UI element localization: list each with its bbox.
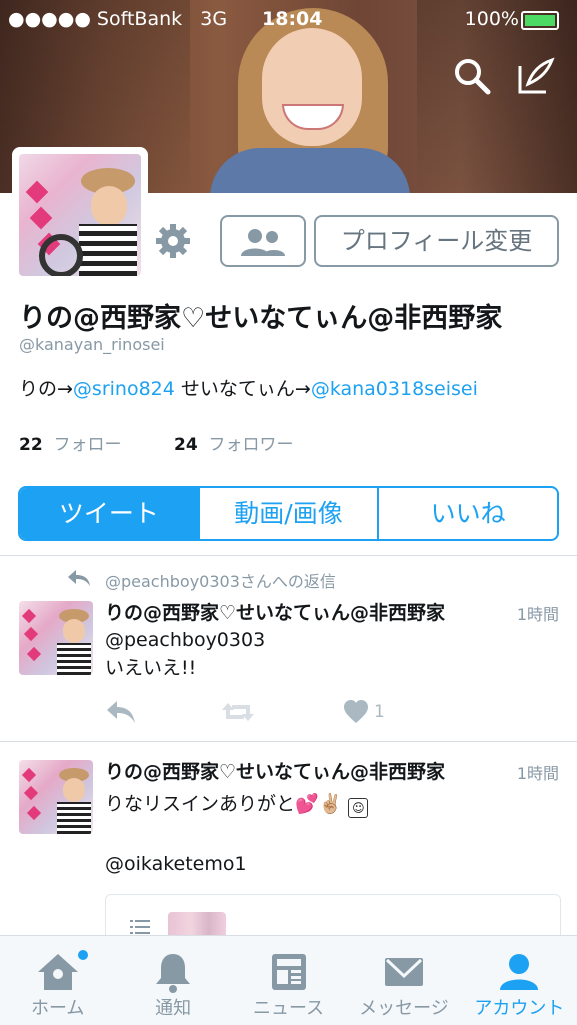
followers-label: フォロワー xyxy=(208,435,294,455)
home-icon xyxy=(37,954,78,990)
nav-label: ホーム xyxy=(30,998,85,1019)
tab-likes[interactable]: いいね xyxy=(377,488,557,539)
reply-context-icon xyxy=(68,570,90,586)
profile-name: りの@西野家♡せいなてぃん@非西野家 xyxy=(19,303,503,334)
following-label: フォロー xyxy=(53,435,122,455)
bio-text: せいなてぃん→ xyxy=(174,378,311,400)
tweet-author[interactable]: りの@西野家♡せいなてぃん@非西野家 xyxy=(105,757,445,784)
bio-text: りの→ xyxy=(19,378,73,400)
nav-messages[interactable]: メッセージ xyxy=(346,936,461,1025)
profile-avatar[interactable] xyxy=(19,154,141,276)
nav-account[interactable]: アカウント xyxy=(462,936,577,1025)
list-icon xyxy=(130,920,150,934)
carrier: ●●●●● SoftBank xyxy=(8,8,183,30)
tweet-author[interactable]: りの@西野家♡せいなてぃん@非西野家 xyxy=(105,598,445,625)
bottom-nav: ホーム 通知 ニュース メッセージ アカウント xyxy=(0,935,577,1025)
following-count: 22 xyxy=(19,435,43,455)
nav-label: 通知 xyxy=(155,998,192,1019)
news-icon xyxy=(271,954,306,990)
bell-icon xyxy=(156,954,191,993)
people-button[interactable] xyxy=(220,215,306,267)
bio-link-srino824[interactable]: @srino824 xyxy=(73,378,175,400)
tweet-time: 1時間 xyxy=(516,605,559,624)
edit-profile-button[interactable]: プロフィール変更 xyxy=(314,215,559,267)
profile-handle: @kanayan_rinosei xyxy=(19,335,165,354)
tweet-time: 1時間 xyxy=(516,764,559,783)
reply-context[interactable]: @peachboy0303さんへの返信 xyxy=(105,568,336,592)
mail-icon xyxy=(384,958,423,986)
nav-label: メッセージ xyxy=(359,998,449,1019)
nav-news[interactable]: ニュース xyxy=(231,936,346,1025)
status-bar: ●●●●● SoftBank 3G 18:04 100% xyxy=(0,0,577,38)
search-icon[interactable] xyxy=(452,56,492,96)
heart-icon[interactable] xyxy=(342,697,370,727)
emoji-box-icon: ☺ xyxy=(348,798,369,818)
like-count: 1 xyxy=(374,702,385,722)
tweet-avatar[interactable] xyxy=(19,601,93,675)
reply-icon[interactable] xyxy=(105,697,137,727)
battery-percent: 100% xyxy=(464,8,519,30)
profile-bio: りの→@srino824 せいなてぃん→@kana0318seisei xyxy=(19,374,478,401)
followers-count: 24 xyxy=(174,435,198,455)
account-icon xyxy=(500,954,539,990)
gear-icon[interactable] xyxy=(155,223,191,259)
nav-label: ニュース xyxy=(252,998,325,1019)
tweet-avatar[interactable] xyxy=(19,760,93,834)
nav-label: アカウント xyxy=(474,998,565,1019)
tweet-text: @peachboy0303 いえいえ!! xyxy=(105,629,266,679)
profile-tabs: ツイート 動画/画像 いいね xyxy=(18,486,559,541)
bio-link-kana0318seisei[interactable]: @kana0318seisei xyxy=(311,378,478,400)
retweet-icon[interactable] xyxy=(220,697,256,727)
tab-media[interactable]: 動画/画像 xyxy=(197,488,378,539)
network-type: 3G xyxy=(200,8,228,30)
tweet-text: りなリスインありがと💕✌🏼 ☺ xyxy=(105,790,369,818)
notification-dot xyxy=(78,950,88,960)
compose-icon[interactable] xyxy=(516,56,556,96)
tweet-mention[interactable]: @oikaketemo1 xyxy=(105,850,247,878)
tab-tweets[interactable]: ツイート xyxy=(20,488,198,539)
people-icon xyxy=(241,229,285,256)
divider xyxy=(0,741,577,742)
divider xyxy=(0,555,577,556)
nav-home[interactable]: ホーム xyxy=(0,936,115,1025)
tweet-text-body: りなリスインありがと💕✌🏼 xyxy=(105,793,343,815)
nav-notifications[interactable]: 通知 xyxy=(115,936,230,1025)
battery-icon xyxy=(521,11,559,30)
following-stat[interactable]: 22 フォロー xyxy=(19,430,121,455)
clock: 18:04 xyxy=(262,8,323,30)
followers-stat[interactable]: 24 フォロワー xyxy=(174,430,293,455)
